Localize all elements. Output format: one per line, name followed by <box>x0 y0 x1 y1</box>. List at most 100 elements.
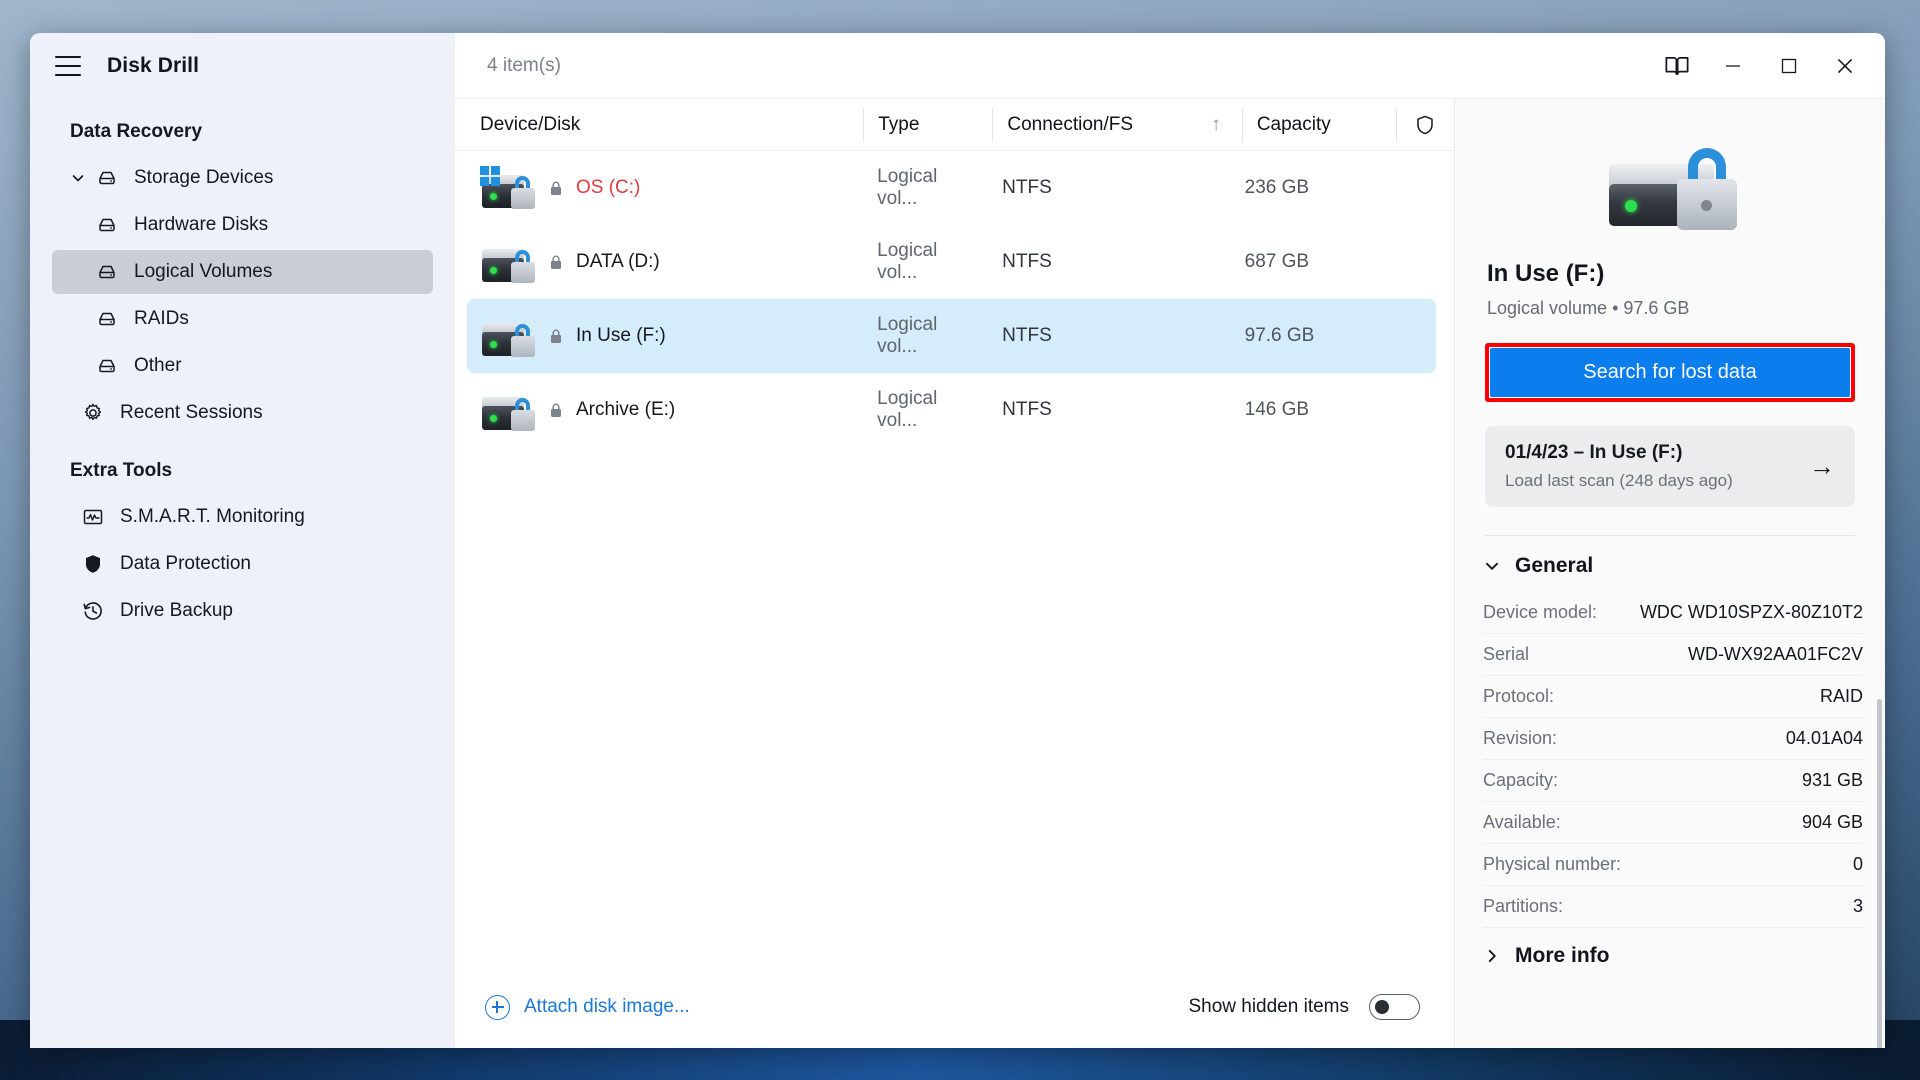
property-row: Protocol: RAID <box>1483 676 1863 718</box>
search-button-highlight: Search for lost data <box>1485 343 1855 402</box>
device-capacity: 97.6 GB <box>1244 325 1315 346</box>
sidebar-item-hardware-disks[interactable]: Hardware Disks <box>52 203 433 247</box>
sidebar-section-title-extra-tools: Extra Tools <box>70 460 173 481</box>
drive-icon <box>94 212 120 238</box>
details-hero <box>1455 99 1885 234</box>
device-capacity: 146 GB <box>1244 399 1310 420</box>
sidebar-item-other[interactable]: Other <box>52 344 433 388</box>
property-value: 931 GB <box>1801 770 1863 790</box>
last-scan-session-card[interactable]: 01/4/23 – In Use (F:) Load last scan (24… <box>1485 426 1855 507</box>
general-section-header[interactable]: General <box>1455 536 1885 578</box>
property-value: 0 <box>1852 854 1863 874</box>
more-info-label: More info <box>1515 944 1610 967</box>
table-row[interactable]: In Use (F:) Logical vol... NTFS 97.6 GB <box>467 299 1436 373</box>
maximize-button[interactable] <box>1761 36 1817 96</box>
chevron-right-icon[interactable] <box>1483 947 1501 965</box>
table-row[interactable]: Archive (E:) Logical vol... NTFS 146 GB <box>467 373 1436 447</box>
sidebar-item-label: Other <box>134 355 182 376</box>
pulse-icon <box>80 504 106 530</box>
sidebar-item-data-protection[interactable]: Data Protection <box>52 542 433 586</box>
device-cell: DATA (D:) <box>467 240 863 284</box>
column-header-type[interactable]: Type <box>864 108 992 142</box>
general-section-label: General <box>1515 554 1594 577</box>
property-key: Serial <box>1483 644 1530 664</box>
sidebar-item-drive-backup[interactable]: Drive Backup <box>52 589 433 633</box>
property-row: Partitions: 3 <box>1483 886 1863 928</box>
column-header-connection-fs[interactable]: Connection/FS <box>993 108 1190 142</box>
device-type: Logical vol... <box>877 240 938 283</box>
sidebar-item-raids[interactable]: RAIDs <box>52 297 433 341</box>
device-connection: NTFS <box>1002 177 1052 198</box>
sidebar-item-label: Storage Devices <box>134 167 274 188</box>
column-header-protection-shield-icon[interactable] <box>1397 108 1454 142</box>
disk-drill-window: Disk Drill Data Recovery Storage Devices… <box>30 33 1885 1048</box>
more-info-section-header[interactable]: More info <box>1455 928 1885 968</box>
device-capacity: 687 GB <box>1244 251 1310 272</box>
plus-circle-icon <box>485 994 510 1020</box>
sidebar-item-smart-monitoring[interactable]: S.M.A.R.T. Monitoring <box>52 495 433 539</box>
device-table-panel: Device/Disk Type Connection/FS ↑ Capacit… <box>455 99 1455 1048</box>
device-table-body: OS (C:) Logical vol... NTFS 236 GB DATA … <box>455 151 1454 966</box>
minimize-button[interactable] <box>1705 36 1761 96</box>
column-header-device[interactable]: Device/Disk <box>455 108 863 142</box>
property-row: Device model: WDC WD10SPZX-80Z10T2 <box>1483 592 1863 634</box>
sidebar-item-recent-sessions[interactable]: Recent Sessions <box>52 391 433 435</box>
property-row: Available: 904 GB <box>1483 802 1863 844</box>
details-subtitle: Logical volume • 97.6 GB <box>1487 298 1690 318</box>
show-hidden-items-control: Show hidden items <box>1188 994 1420 1020</box>
property-key: Device model: <box>1483 602 1598 622</box>
drive-lock-icon <box>1603 129 1738 234</box>
lock-icon <box>550 255 562 270</box>
drive-lock-icon <box>480 388 536 432</box>
chevron-down-icon[interactable] <box>1483 557 1501 575</box>
hamburger-icon[interactable] <box>55 56 81 76</box>
device-cell: OS (C:) <box>467 166 863 210</box>
device-connection: NTFS <box>1002 399 1052 420</box>
column-header-capacity[interactable]: Capacity <box>1243 108 1396 142</box>
property-key: Protocol: <box>1483 686 1555 706</box>
show-hidden-items-toggle[interactable] <box>1369 994 1420 1020</box>
table-row[interactable]: DATA (D:) Logical vol... NTFS 687 GB <box>467 225 1436 299</box>
sort-ascending-icon[interactable]: ↑ <box>1190 108 1242 142</box>
gear-icon <box>80 400 106 426</box>
property-key: Physical number: <box>1483 854 1622 874</box>
table-row[interactable]: OS (C:) Logical vol... NTFS 236 GB <box>467 151 1436 225</box>
close-button[interactable] <box>1817 36 1873 96</box>
shield-icon <box>80 551 106 577</box>
sidebar-item-storage-devices[interactable]: Storage Devices <box>52 156 433 200</box>
drive-icon <box>94 306 120 332</box>
sidebar-item-logical-volumes[interactable]: Logical Volumes <box>52 250 433 294</box>
book-icon[interactable] <box>1649 36 1705 96</box>
sidebar-item-label: Hardware Disks <box>134 214 269 235</box>
device-cell: Archive (E:) <box>467 388 863 432</box>
device-connection: NTFS <box>1002 325 1052 346</box>
sidebar-item-label: Logical Volumes <box>134 261 273 282</box>
drive-icon <box>94 165 120 191</box>
property-value: WD-WX92AA01FC2V <box>1687 644 1863 664</box>
details-scrollbar[interactable] <box>1877 699 1882 1048</box>
sidebar: Disk Drill Data Recovery Storage Devices… <box>30 33 455 1048</box>
property-row: Physical number: 0 <box>1483 844 1863 886</box>
show-hidden-items-label: Show hidden items <box>1188 996 1349 1017</box>
sidebar-item-label: RAIDs <box>134 308 189 329</box>
window-titlebar: 4 item(s) <box>455 33 1885 99</box>
device-name: DATA (D:) <box>576 251 660 272</box>
clock-history-icon <box>80 598 106 624</box>
arrow-right-icon[interactable]: → <box>1809 451 1835 482</box>
property-value: RAID <box>1819 686 1863 706</box>
attach-disk-image-button[interactable]: Attach disk image... <box>485 994 690 1020</box>
main-area: 4 item(s) Device/Disk Type Connection/FS… <box>455 33 1885 1048</box>
sidebar-section-title-data-recovery: Data Recovery <box>70 121 203 142</box>
property-key: Partitions: <box>1483 896 1564 916</box>
attach-disk-image-label: Attach disk image... <box>524 996 690 1017</box>
chevron-down-icon[interactable] <box>70 170 86 186</box>
scan-card-texts: 01/4/23 – In Use (F:) Load last scan (24… <box>1505 442 1799 491</box>
device-type: Logical vol... <box>877 314 938 357</box>
table-header-row: Device/Disk Type Connection/FS ↑ Capacit… <box>455 99 1454 151</box>
details-panel: In Use (F:) Logical volume • 97.6 GB Sea… <box>1455 99 1885 1048</box>
sidebar-item-storage-devices-row: Storage Devices <box>30 156 455 200</box>
property-key: Revision: <box>1483 728 1558 748</box>
drive-lock-icon <box>480 240 536 284</box>
search-for-lost-data-button[interactable]: Search for lost data <box>1490 348 1850 397</box>
sidebar-item-label: Data Protection <box>120 553 251 574</box>
